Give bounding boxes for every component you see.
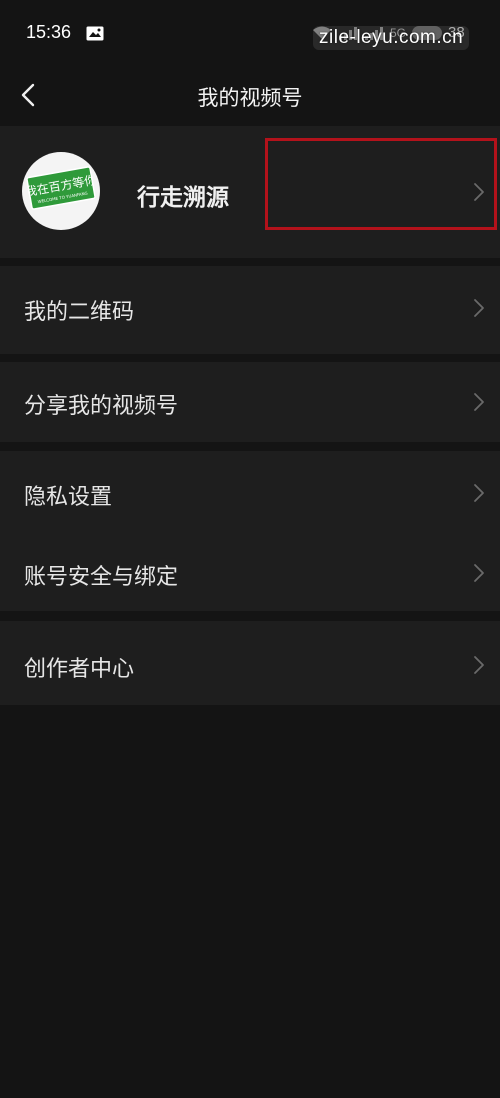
menu-item-privacy[interactable]: 隐私设置 <box>0 451 500 531</box>
chevron-right-icon <box>474 484 484 502</box>
gallery-notification-icon <box>86 26 104 41</box>
menu-item-creator-center-label: 创作者中心 <box>24 657 135 682</box>
nav-bar: 我的视频号 <box>0 70 500 126</box>
status-bar: 15:36 5G 38 zile-leyu.com.cn <box>0 0 500 70</box>
chevron-right-icon <box>474 299 484 317</box>
menu-item-creator-center[interactable]: 创作者中心 <box>0 621 500 705</box>
profile-section: 我在百方等你 WELCOME TO YUANFANG 行走溯源 <box>0 126 500 258</box>
creator-section: 创作者中心 <box>0 621 500 705</box>
watermark: zile-leyu.com.cn <box>313 26 470 50</box>
qr-section: 我的二维码 <box>0 266 500 354</box>
menu-item-account-security-label: 账号安全与绑定 <box>24 565 179 590</box>
avatar-sign-image: 我在百方等你 WELCOME TO YUANFANG <box>26 166 96 210</box>
avatar: 我在百方等你 WELCOME TO YUANFANG <box>22 152 100 230</box>
profile-name: 行走溯源 <box>137 185 229 211</box>
page-title: 我的视频号 <box>197 86 303 110</box>
menu-item-account-security[interactable]: 账号安全与绑定 <box>0 531 500 611</box>
chevron-right-icon <box>474 564 484 582</box>
chevron-right-icon <box>474 393 484 411</box>
settings-section: 隐私设置 账号安全与绑定 <box>0 451 500 611</box>
chevron-right-icon <box>474 656 484 674</box>
menu-item-share[interactable]: 分享我的视频号 <box>0 362 500 442</box>
menu-item-qr-code-label: 我的二维码 <box>24 300 135 325</box>
highlight-box <box>265 138 497 230</box>
status-time: 15:36 <box>26 22 72 42</box>
profile-row[interactable]: 我在百方等你 WELCOME TO YUANFANG 行走溯源 <box>0 126 500 258</box>
menu-item-qr-code[interactable]: 我的二维码 <box>0 266 500 354</box>
menu-item-privacy-label: 隐私设置 <box>24 485 113 510</box>
chevron-right-icon <box>474 183 484 201</box>
menu-item-share-label: 分享我的视频号 <box>24 394 179 419</box>
share-section: 分享我的视频号 <box>0 362 500 442</box>
